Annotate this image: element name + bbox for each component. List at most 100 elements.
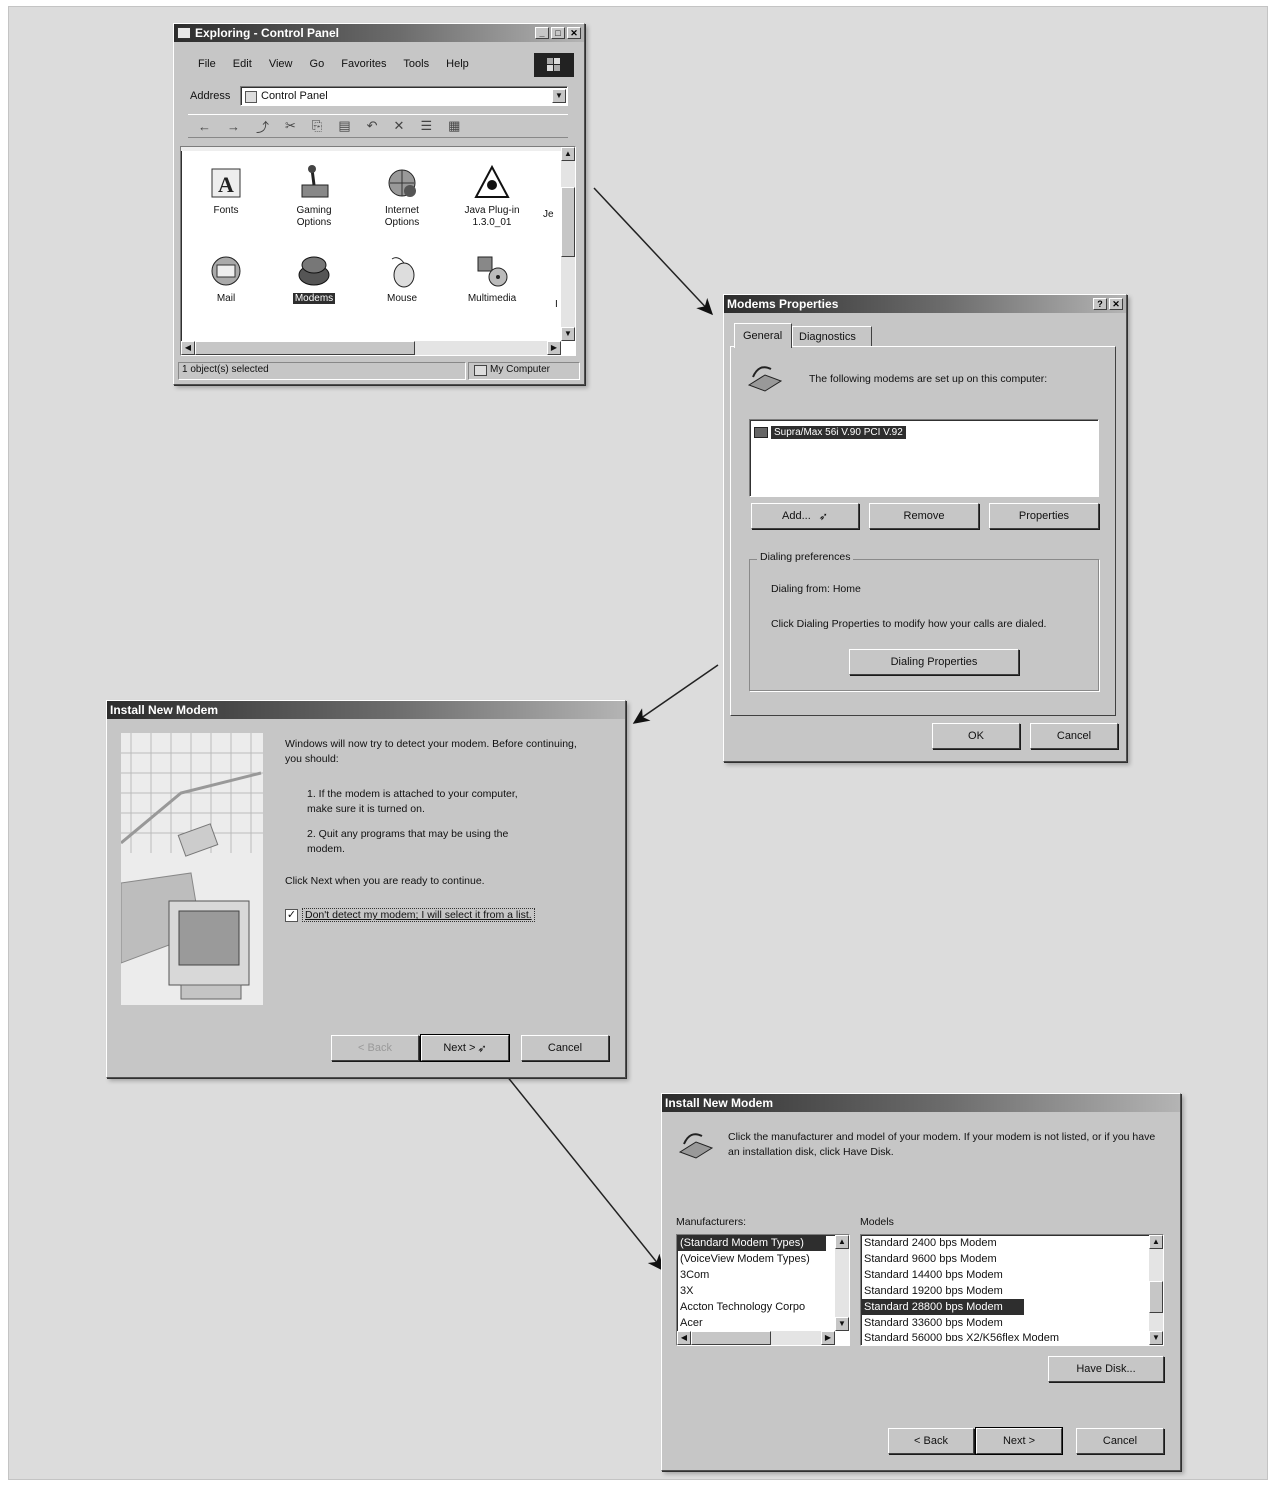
list-item[interactable]: Standard 56000 bps X2/K56flex Modem — [861, 1331, 1163, 1341]
vertical-scrollbar[interactable]: ▲ ▼ — [561, 147, 575, 341]
mail-item[interactable]: Mail — [191, 253, 261, 304]
manufacturers-list[interactable]: (Standard Modem Types) (VoiceView Modem … — [676, 1234, 850, 1346]
icon-label: Gaming Options — [296, 205, 332, 228]
vertical-scrollbar[interactable]: ▲ ▼ — [1149, 1235, 1163, 1345]
vertical-scrollbar[interactable]: ▲ ▼ — [835, 1235, 849, 1331]
list-item[interactable]: Standard 9600 bps Modem — [861, 1251, 1163, 1267]
help-button[interactable]: ? — [1093, 298, 1107, 310]
views-icon[interactable]: ▦ — [448, 118, 460, 134]
back-button[interactable]: < Back — [888, 1428, 974, 1454]
scroll-left-icon[interactable]: ◀ — [677, 1331, 691, 1345]
dont-detect-label[interactable]: Don't detect my modem; I will select it … — [302, 908, 535, 922]
scroll-up-icon[interactable]: ▲ — [561, 147, 575, 161]
horizontal-scrollbar[interactable]: ◀ ▶ — [181, 341, 561, 355]
scroll-right-icon[interactable]: ▶ — [547, 341, 561, 355]
modems-icon — [298, 256, 330, 286]
undo-icon[interactable]: ↶ — [367, 118, 378, 134]
scroll-down-icon[interactable]: ▼ — [835, 1317, 849, 1331]
cut-icon[interactable]: ✂ — [285, 118, 296, 134]
menu-file[interactable]: File — [198, 58, 216, 70]
list-item[interactable]: 3X — [677, 1283, 849, 1299]
forward-icon[interactable]: → — [227, 119, 240, 134]
scroll-thumb[interactable] — [1149, 1281, 1163, 1313]
models-list[interactable]: Standard 2400 bps Modem Standard 9600 bp… — [860, 1234, 1164, 1346]
list-item[interactable]: Standard 33600 bps Modem — [861, 1315, 1163, 1331]
select-titlebar[interactable]: Install New Modem — [662, 1094, 1180, 1112]
modems-list[interactable]: Supra/Max 56i V.90 PCI V.92 — [749, 419, 1099, 497]
scroll-thumb[interactable] — [561, 187, 575, 257]
next-button[interactable]: Next > — [975, 1427, 1063, 1455]
gaming-options-item[interactable]: Gaming Options — [279, 165, 349, 229]
properties-button[interactable]: Properties — [989, 503, 1099, 529]
cancel-button[interactable]: Cancel — [521, 1035, 609, 1061]
back-icon[interactable]: ← — [198, 119, 211, 134]
close-button[interactable]: ✕ — [1109, 298, 1123, 310]
windows-logo-icon — [534, 53, 574, 77]
ok-button[interactable]: OK — [932, 723, 1020, 749]
have-disk-button[interactable]: Have Disk... — [1048, 1356, 1164, 1382]
remove-button[interactable]: Remove — [869, 503, 979, 529]
modem-list-item[interactable]: Supra/Max 56i V.90 PCI V.92 — [754, 424, 906, 440]
close-button[interactable]: ✕ — [567, 27, 581, 39]
scroll-up-icon[interactable]: ▲ — [1149, 1235, 1163, 1249]
maximize-button[interactable]: □ — [551, 27, 565, 39]
paste-icon[interactable]: ▤ — [338, 118, 350, 134]
explorer-titlebar[interactable]: Exploring - Control Panel _ □ ✕ — [174, 24, 584, 42]
wizard-illustration — [121, 733, 263, 1005]
list-item[interactable]: Standard 2400 bps Modem — [861, 1235, 1163, 1251]
icon-label: Internet Options — [384, 205, 420, 228]
cancel-button[interactable]: Cancel — [1030, 723, 1118, 749]
scroll-right-icon[interactable]: ▶ — [821, 1331, 835, 1345]
modems-titlebar[interactable]: Modems Properties ? ✕ — [724, 295, 1126, 313]
address-field[interactable]: Control Panel ▼ — [240, 86, 568, 106]
modems-item[interactable]: Modems — [279, 253, 349, 304]
fonts-item[interactable]: A Fonts — [191, 165, 261, 216]
scroll-down-icon[interactable]: ▼ — [1149, 1331, 1163, 1345]
properties-icon[interactable]: ☰ — [420, 118, 432, 134]
tab-general[interactable]: General — [734, 323, 792, 348]
dont-detect-checkbox[interactable]: ✓ — [285, 909, 298, 922]
list-item[interactable]: Standard 14400 bps Modem — [861, 1267, 1163, 1283]
menu-view[interactable]: View — [269, 58, 293, 70]
up-icon[interactable]: ⤴ — [256, 117, 269, 136]
icon-label-selected: Modems — [292, 293, 336, 304]
install-titlebar[interactable]: Install New Modem — [107, 701, 625, 719]
scroll-down-icon[interactable]: ▼ — [561, 327, 575, 341]
menu-go[interactable]: Go — [310, 58, 325, 70]
list-item[interactable]: Standard 19200 bps Modem — [861, 1283, 1163, 1299]
list-item-selected[interactable]: Standard 28800 bps Modem — [861, 1299, 1024, 1315]
delete-icon[interactable]: ✕ — [394, 118, 405, 134]
address-dropdown-icon[interactable]: ▼ — [552, 89, 566, 103]
add-button[interactable]: Add... ➶ — [751, 503, 859, 529]
gaming-options-icon — [301, 165, 329, 198]
minimize-button[interactable]: _ — [535, 27, 549, 39]
menu-favorites[interactable]: Favorites — [341, 58, 386, 70]
explorer-title: Exploring - Control Panel — [195, 26, 340, 40]
next-button[interactable]: Next > ➶ — [420, 1034, 510, 1062]
list-item[interactable]: Accton Technology Corpo — [677, 1299, 849, 1315]
horizontal-scrollbar[interactable]: ◀ ▶ — [677, 1331, 835, 1345]
scroll-up-icon[interactable]: ▲ — [835, 1235, 849, 1249]
java-plugin-item[interactable]: Java Plug-in 1.3.0_01 — [455, 165, 529, 229]
hscroll-thumb[interactable] — [691, 1331, 771, 1345]
copy-icon[interactable]: ⎘ — [312, 118, 322, 134]
list-item[interactable]: (Standard Modem Types) — [677, 1235, 826, 1251]
menu-help[interactable]: Help — [446, 58, 469, 70]
install-modem-dialog: Install New Modem Windows will now try t… — [106, 700, 626, 1078]
menu-tools[interactable]: Tools — [403, 58, 429, 70]
cancel-button[interactable]: Cancel — [1076, 1428, 1164, 1454]
back-button[interactable]: < Back — [331, 1035, 419, 1061]
mouse-item[interactable]: Mouse — [367, 253, 437, 304]
list-item[interactable]: 3Com — [677, 1267, 849, 1283]
modem-small-icon — [754, 426, 768, 438]
multimedia-item[interactable]: Multimedia — [455, 253, 529, 304]
scroll-left-icon[interactable]: ◀ — [181, 341, 195, 355]
dialing-properties-button[interactable]: Dialing Properties — [849, 649, 1019, 675]
hscroll-thumb[interactable] — [195, 341, 415, 355]
internet-options-icon — [388, 169, 416, 197]
list-item[interactable]: (VoiceView Modem Types) — [677, 1251, 849, 1267]
list-item[interactable]: Acer — [677, 1315, 849, 1331]
tab-diagnostics[interactable]: Diagnostics — [792, 326, 872, 347]
menu-edit[interactable]: Edit — [233, 58, 252, 70]
internet-options-item[interactable]: Internet Options — [367, 165, 437, 229]
